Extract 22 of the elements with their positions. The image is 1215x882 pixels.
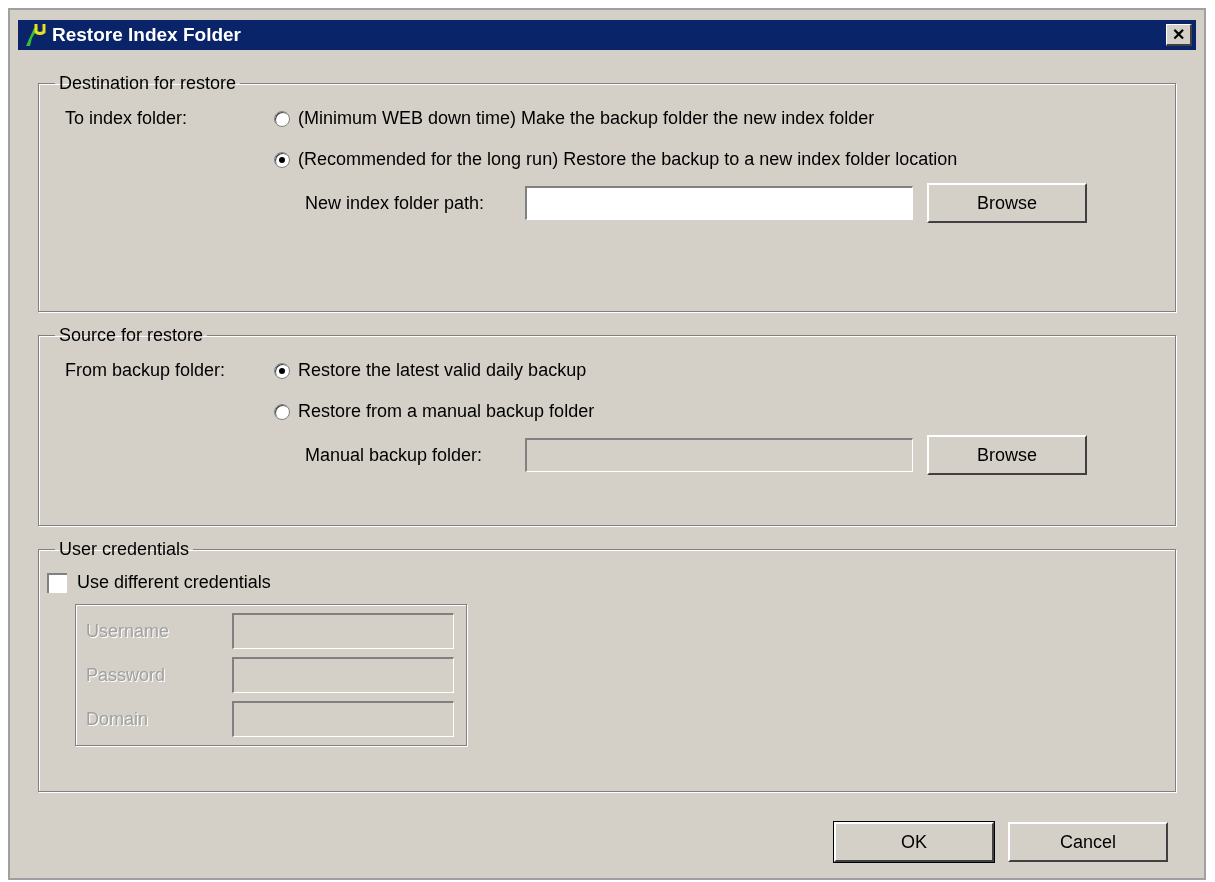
checkbox-label[interactable]: Use different credentials: [77, 569, 271, 596]
radio-label[interactable]: (Recommended for the long run) Restore the backup to a new index folder location: [298, 146, 958, 173]
button[interactable]: Browse: [927, 435, 1087, 475]
group-title: Destination for restore: [58, 72, 238, 95]
radio-label[interactable]: Restore from a manual backup folder: [298, 398, 595, 425]
field-label: To index folder:: [64, 107, 189, 130]
radio-button[interactable]: [274, 403, 290, 420]
text-field[interactable]: [525, 186, 913, 220]
radio-label[interactable]: Restore the latest valid daily backup: [298, 357, 587, 384]
close-button[interactable]: ✕: [1166, 24, 1192, 46]
button[interactable]: Browse: [927, 183, 1087, 223]
window-title: Restore Index Folder: [52, 22, 241, 47]
group-title: Source for restore: [58, 324, 205, 347]
radio-button[interactable]: [274, 110, 290, 127]
button[interactable]: Cancel: [1008, 822, 1168, 862]
field-label: New index folder path:: [305, 191, 486, 215]
field-label: From backup folder:: [64, 359, 227, 382]
radio-label[interactable]: (Minimum WEB down time) Make the backup folder the new index folder: [298, 105, 875, 132]
field-label: Manual backup folder:: [305, 443, 484, 467]
button[interactable]: OK: [834, 822, 994, 862]
checkbox[interactable]: [47, 572, 67, 593]
group-title: User credentials: [58, 538, 191, 561]
